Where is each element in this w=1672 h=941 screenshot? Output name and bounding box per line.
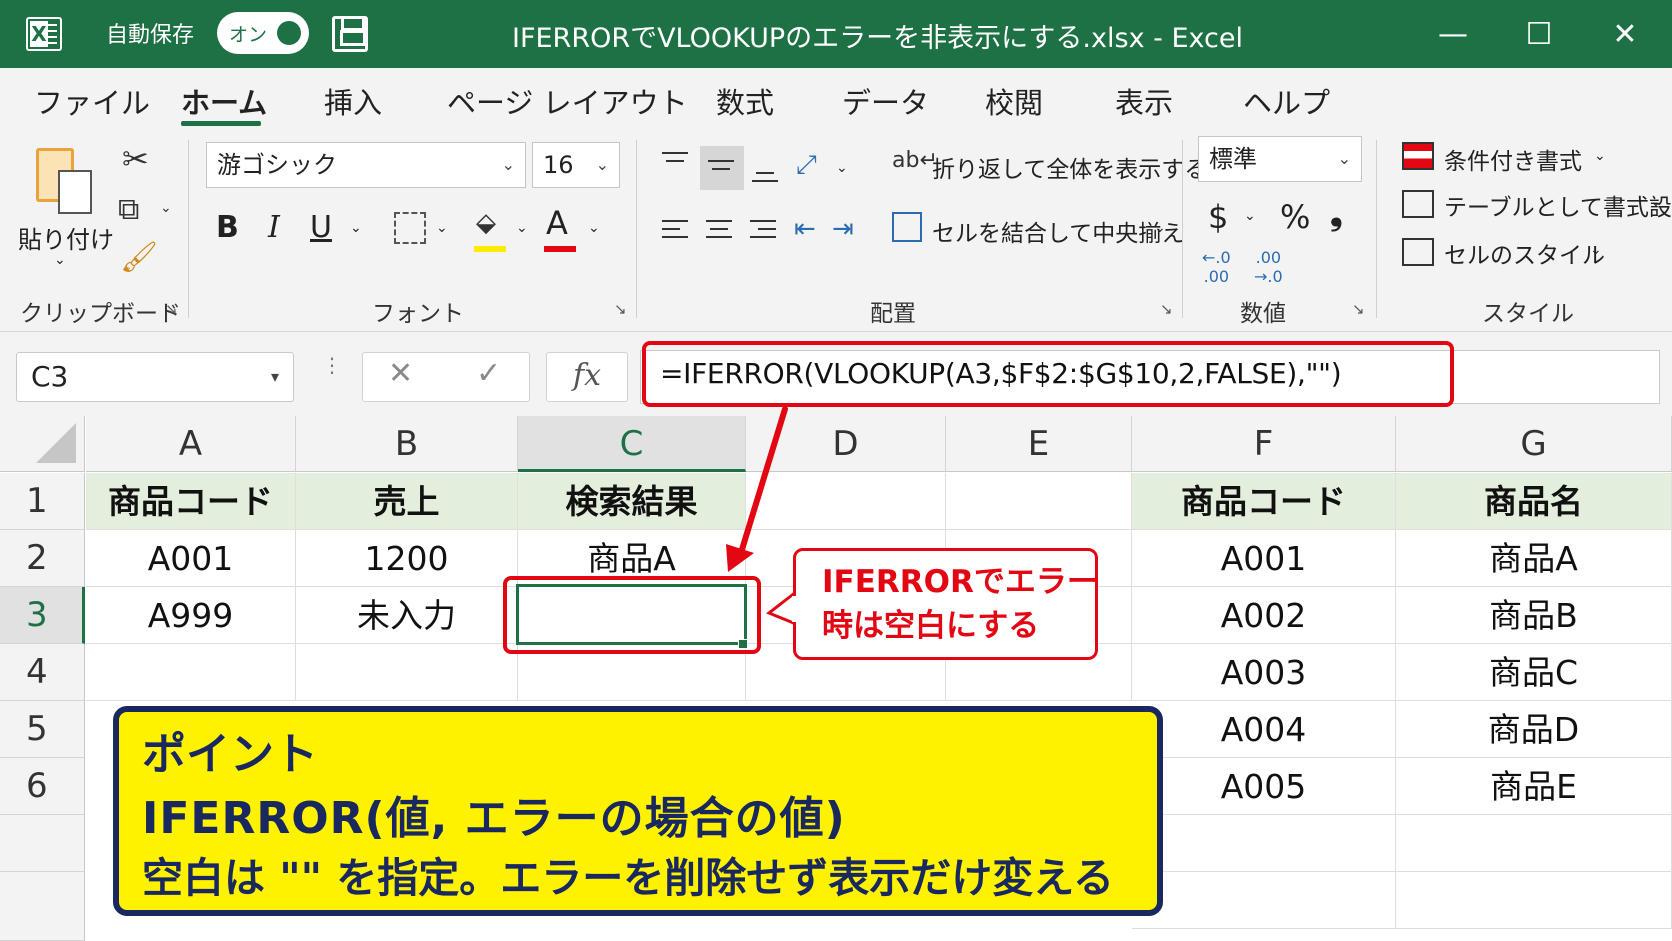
point-description: 空白は "" を指定。エラーを削除せず表示だけ変える xyxy=(142,854,1115,902)
point-title: ポイント xyxy=(142,729,318,780)
callout-text: IFERRORでエラー 時は空白にする xyxy=(822,560,1098,648)
callout-tail-mask xyxy=(792,596,798,622)
callout-line-1: IFERRORでエラー xyxy=(822,564,1098,600)
callout-line-2: 時は空白にする xyxy=(822,608,1040,644)
point-syntax: IFERROR(値, エラーの場合の値) xyxy=(142,793,846,844)
